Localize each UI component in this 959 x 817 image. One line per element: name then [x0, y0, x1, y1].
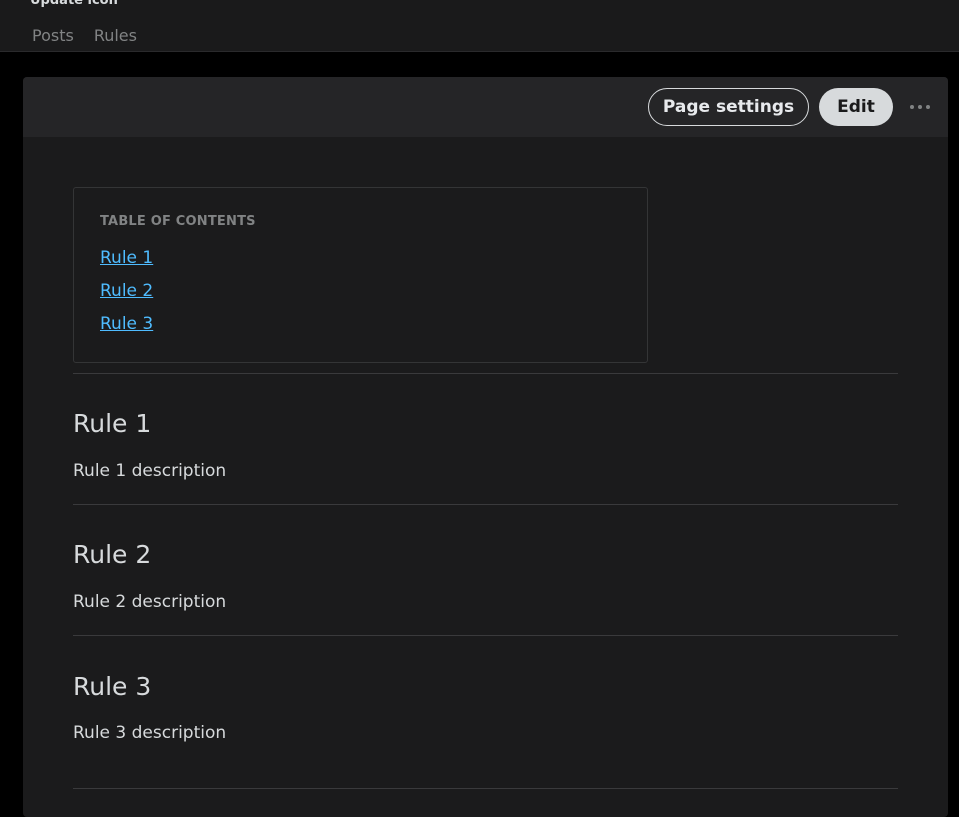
dot — [926, 105, 930, 109]
rule-heading: Rule 2 — [73, 540, 152, 569]
dot — [910, 105, 914, 109]
rule-description: Rule 2 description — [73, 592, 227, 612]
toc-link-rule-2[interactable]: Rule 2 — [100, 275, 153, 308]
rule-heading: Rule 3 — [73, 672, 152, 701]
rule-description: Rule 1 description — [73, 461, 227, 481]
edit-button[interactable]: Edit — [819, 88, 893, 126]
tab-bar: Posts Rules — [32, 24, 137, 48]
rule-description: Rule 3 description — [73, 723, 227, 743]
tab-rules[interactable]: Rules — [94, 24, 137, 48]
divider — [73, 373, 898, 374]
divider — [73, 788, 898, 789]
table-of-contents: TABLE OF CONTENTS Rule 1 Rule 2 Rule 3 — [73, 187, 648, 363]
update-icon-label[interactable]: Update icon — [30, 0, 118, 9]
toc-title: TABLE OF CONTENTS — [100, 214, 256, 229]
toc-links: Rule 1 Rule 2 Rule 3 — [100, 242, 153, 341]
toc-link-rule-1[interactable]: Rule 1 — [100, 242, 153, 275]
wiki-card: Page settings Edit TABLE OF CONTENTS Rul… — [23, 77, 948, 817]
toc-link-rule-3[interactable]: Rule 3 — [100, 308, 153, 341]
page-settings-button[interactable]: Page settings — [648, 88, 809, 126]
dot — [918, 105, 922, 109]
divider — [73, 504, 898, 505]
rule-heading: Rule 1 — [73, 409, 152, 438]
divider — [73, 635, 898, 636]
card-toolbar: Page settings Edit — [23, 77, 948, 137]
more-options-icon[interactable] — [905, 88, 935, 126]
tab-posts[interactable]: Posts — [32, 24, 74, 48]
top-bar: Update icon Posts Rules — [0, 0, 959, 52]
